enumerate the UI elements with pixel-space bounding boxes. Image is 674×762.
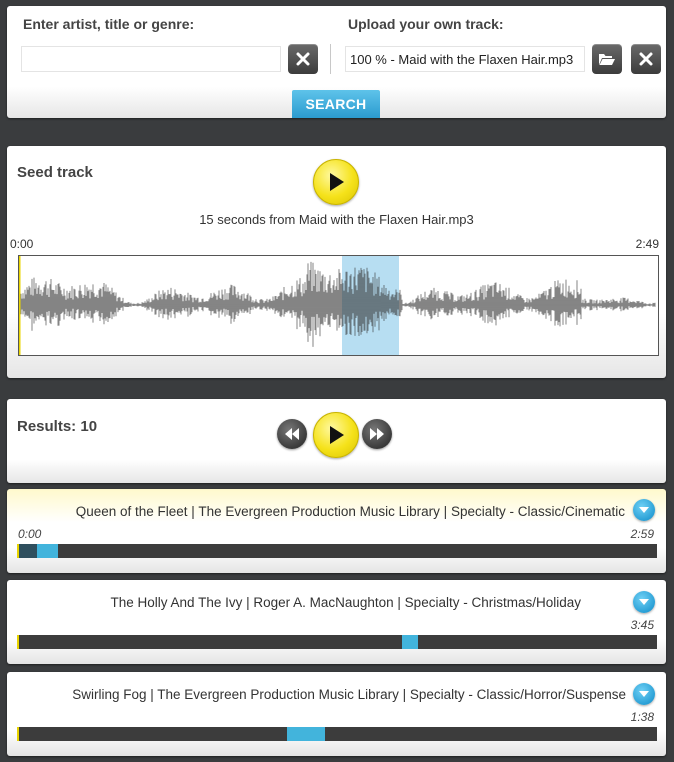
track-duration: 1:38 bbox=[630, 710, 654, 724]
track-progress-bar[interactable] bbox=[17, 635, 657, 649]
track-progress-bar[interactable] bbox=[17, 727, 657, 741]
search-button[interactable]: SEARCH bbox=[292, 90, 380, 118]
clear-upload-button[interactable] bbox=[631, 44, 661, 74]
result-track-3[interactable]: Swirling Fog | The Evergreen Production … bbox=[7, 672, 666, 756]
expand-track-button[interactable] bbox=[633, 683, 655, 705]
seed-waveform[interactable] bbox=[18, 255, 659, 356]
track-match-segment[interactable] bbox=[402, 635, 419, 649]
close-icon bbox=[639, 52, 653, 66]
expand-track-button[interactable] bbox=[633, 499, 655, 521]
waveform-graphic bbox=[19, 256, 656, 355]
browse-file-button[interactable] bbox=[592, 44, 622, 74]
close-icon bbox=[296, 52, 310, 66]
waveform-path bbox=[20, 261, 656, 347]
track-playhead[interactable] bbox=[17, 635, 19, 649]
result-track-2[interactable]: The Holly And The Ivy | Roger A. MacNaug… bbox=[7, 580, 666, 664]
upload-label: Upload your own track: bbox=[348, 16, 504, 32]
search-divider bbox=[330, 44, 331, 74]
rewind-icon bbox=[285, 428, 299, 440]
search-panel: Enter artist, title or genre: Upload you… bbox=[7, 6, 666, 118]
seed-play-button[interactable] bbox=[313, 159, 359, 205]
seed-track-panel: Seed track 15 seconds from Maid with the… bbox=[7, 146, 666, 378]
upload-file-field[interactable] bbox=[345, 46, 585, 72]
results-count: 10 bbox=[80, 418, 98, 435]
expand-track-button[interactable] bbox=[633, 591, 655, 613]
fast-forward-icon bbox=[370, 428, 384, 440]
search-input[interactable] bbox=[21, 46, 281, 72]
chevron-down-icon bbox=[639, 691, 649, 697]
previous-button[interactable] bbox=[277, 419, 307, 449]
track-title[interactable]: Swirling Fog | The Evergreen Production … bbox=[72, 687, 626, 702]
track-match-segment[interactable] bbox=[287, 727, 325, 741]
track-time-start: 0:00 bbox=[18, 527, 42, 541]
track-match-segment[interactable] bbox=[37, 544, 58, 558]
search-label: Enter artist, title or genre: bbox=[23, 16, 195, 32]
track-title[interactable]: Queen of the Fleet | The Evergreen Produ… bbox=[76, 504, 625, 519]
track-title[interactable]: The Holly And The Ivy | Roger A. MacNaug… bbox=[111, 595, 581, 610]
track-playhead[interactable] bbox=[17, 544, 19, 558]
seed-time-start: 0:00 bbox=[10, 237, 34, 251]
results-panel: Results: 10 bbox=[7, 399, 666, 483]
chevron-down-icon bbox=[639, 507, 649, 513]
track-duration: 3:45 bbox=[630, 618, 654, 632]
track-duration: 2:59 bbox=[630, 527, 654, 541]
results-label-text: Results: bbox=[17, 418, 77, 435]
next-button[interactable] bbox=[362, 419, 392, 449]
seed-track-title: Seed track bbox=[17, 164, 93, 181]
play-icon bbox=[330, 426, 344, 444]
folder-open-icon bbox=[599, 54, 615, 65]
clear-search-button[interactable] bbox=[288, 44, 318, 74]
results-label: Results: 10 bbox=[17, 418, 97, 435]
results-play-button[interactable] bbox=[313, 412, 359, 458]
play-icon bbox=[330, 173, 344, 191]
seed-caption: 15 seconds from Maid with the Flaxen Hai… bbox=[199, 212, 474, 227]
track-progress-bar[interactable] bbox=[17, 544, 657, 558]
seed-time-end: 2:49 bbox=[635, 237, 659, 251]
track-playhead[interactable] bbox=[17, 727, 19, 741]
chevron-down-icon bbox=[639, 599, 649, 605]
track-progress-played bbox=[17, 544, 38, 558]
result-track-1[interactable]: Queen of the Fleet | The Evergreen Produ… bbox=[7, 489, 666, 573]
